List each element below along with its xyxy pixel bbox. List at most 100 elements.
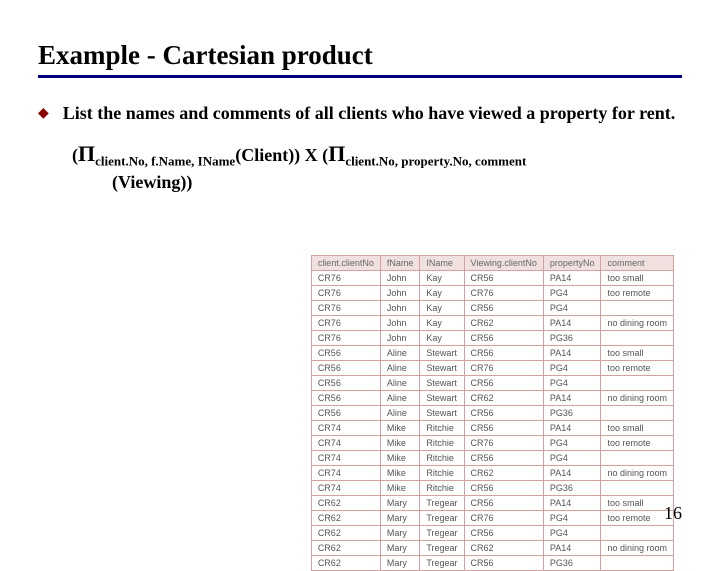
table-cell: Kay [420, 286, 464, 301]
table-cell [601, 376, 674, 391]
table-cell: Kay [420, 331, 464, 346]
table-cell: CR62 [311, 556, 380, 571]
table-cell: Ritchie [420, 421, 464, 436]
table-cell: John [380, 331, 420, 346]
table-cell: no dining room [601, 316, 674, 331]
table-cell: Mary [380, 511, 420, 526]
table-cell: PG4 [543, 361, 601, 376]
table-cell: PG36 [543, 406, 601, 421]
table-cell: PA14 [543, 421, 601, 436]
table-cell: CR62 [311, 511, 380, 526]
table-cell: Mike [380, 421, 420, 436]
bullet-text: List the names and comments of all clien… [63, 102, 675, 125]
table-cell: CR76 [464, 511, 543, 526]
table-cell: CR56 [311, 406, 380, 421]
table-cell: CR74 [311, 421, 380, 436]
table-row: CR62MaryTregearCR76PG4too remote [311, 511, 673, 526]
table-cell: Ritchie [420, 451, 464, 466]
table-cell [601, 526, 674, 541]
table-cell: Aline [380, 376, 420, 391]
table-cell: PG4 [543, 526, 601, 541]
table-header: comment [601, 256, 674, 271]
table-cell: CR56 [464, 556, 543, 571]
table-cell: PG4 [543, 301, 601, 316]
table-cell: Ritchie [420, 466, 464, 481]
table-cell [601, 481, 674, 496]
table-row: CR62MaryTregearCR56PG36 [311, 556, 673, 571]
table-row: CR76JohnKayCR76PG4too remote [311, 286, 673, 301]
table-cell: PA14 [543, 466, 601, 481]
result-table: client.clientNofNameINameViewing.clientN… [311, 255, 674, 571]
table-cell: PA14 [543, 496, 601, 511]
formula: (Πclient.No, f.Name, IName(Client)) X (Π… [72, 139, 682, 194]
table-cell: CR56 [464, 421, 543, 436]
table-cell: CR76 [311, 301, 380, 316]
table-cell: PG4 [543, 451, 601, 466]
table-cell: CR56 [464, 481, 543, 496]
bullet-icon: ◆ [38, 105, 49, 125]
table-row: CR76JohnKayCR56PG36 [311, 331, 673, 346]
table-header: Viewing.clientNo [464, 256, 543, 271]
table-row: CR56AlineStewartCR56PA14too small [311, 346, 673, 361]
table-cell: no dining room [601, 391, 674, 406]
table-cell: CR62 [311, 526, 380, 541]
table-row: CR56AlineStewartCR56PG4 [311, 376, 673, 391]
table-cell: CR62 [464, 541, 543, 556]
table-cell: Aline [380, 346, 420, 361]
table-cell: too small [601, 346, 674, 361]
table-cell: too remote [601, 436, 674, 451]
table-cell: CR62 [311, 541, 380, 556]
table-cell: Ritchie [420, 436, 464, 451]
table-cell: Ritchie [420, 481, 464, 496]
table-cell: Stewart [420, 346, 464, 361]
table-cell: CR56 [464, 271, 543, 286]
table-cell: CR76 [311, 271, 380, 286]
table-row: CR74MikeRitchieCR56PG4 [311, 451, 673, 466]
table-cell: CR56 [311, 376, 380, 391]
table-cell: Tregear [420, 556, 464, 571]
slide-title: Example - Cartesian product [38, 40, 682, 78]
table-cell: CR76 [311, 286, 380, 301]
table-cell: PG4 [543, 511, 601, 526]
table-cell: no dining room [601, 466, 674, 481]
table-cell: CR56 [464, 376, 543, 391]
table-cell [601, 451, 674, 466]
table-cell: too small [601, 421, 674, 436]
table-cell [601, 406, 674, 421]
table-cell: CR74 [311, 481, 380, 496]
table-cell: Mike [380, 436, 420, 451]
table-cell: CR76 [464, 436, 543, 451]
table-cell: John [380, 286, 420, 301]
table-cell: CR56 [464, 451, 543, 466]
table-cell: PG4 [543, 436, 601, 451]
table-cell: CR56 [464, 301, 543, 316]
table-cell: CR56 [464, 331, 543, 346]
table-cell: Stewart [420, 376, 464, 391]
table-cell: too remote [601, 361, 674, 376]
table-row: CR76JohnKayCR56PG4 [311, 301, 673, 316]
table-cell: CR62 [464, 316, 543, 331]
table-cell: CR76 [311, 316, 380, 331]
table-cell: CR76 [464, 286, 543, 301]
table-header: propertyNo [543, 256, 601, 271]
table-cell: CR74 [311, 451, 380, 466]
table-row: CR62MaryTregearCR62PA14no dining room [311, 541, 673, 556]
table-cell: PA14 [543, 391, 601, 406]
table-cell: Tregear [420, 526, 464, 541]
table-row: CR74MikeRitchieCR56PG36 [311, 481, 673, 496]
table-cell: CR56 [311, 361, 380, 376]
table-cell: CR56 [464, 406, 543, 421]
table-row: CR74MikeRitchieCR76PG4too remote [311, 436, 673, 451]
table-row: CR76JohnKayCR56PA14too small [311, 271, 673, 286]
table-cell: Aline [380, 361, 420, 376]
table-cell: Stewart [420, 361, 464, 376]
table-header: fName [380, 256, 420, 271]
table-cell: Tregear [420, 496, 464, 511]
table-cell: CR56 [311, 346, 380, 361]
table-cell: CR56 [464, 496, 543, 511]
table-cell: Kay [420, 301, 464, 316]
table-cell: Mary [380, 541, 420, 556]
table-cell: too remote [601, 511, 674, 526]
table-row: CR62MaryTregearCR56PA14too small [311, 496, 673, 511]
table-cell: Kay [420, 316, 464, 331]
